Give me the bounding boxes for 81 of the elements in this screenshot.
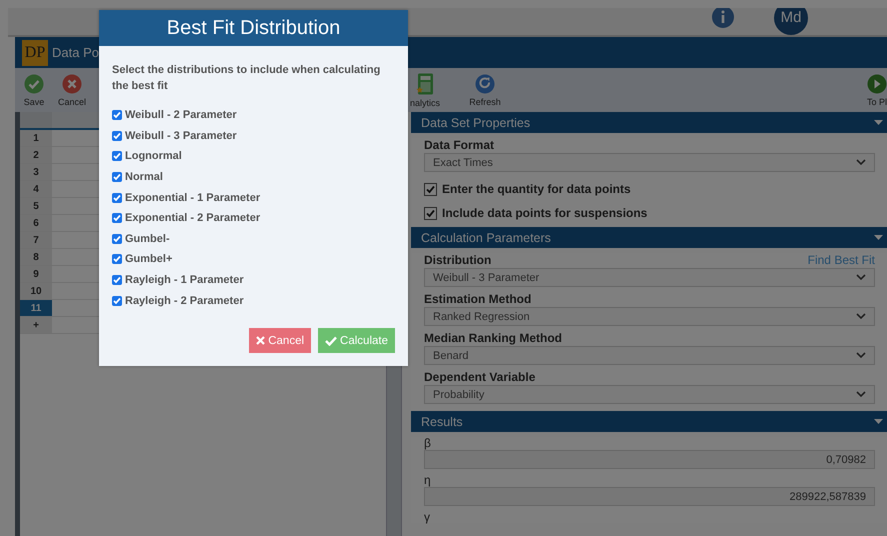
toolbar-button[interactable]: Cancel xyxy=(53,68,91,112)
checkbox-label: Normal xyxy=(125,171,163,184)
checkbox-label: Lognormal xyxy=(125,150,182,162)
row-header[interactable]: 2 xyxy=(20,147,52,163)
chevron-down-icon xyxy=(856,352,866,359)
collapse-caret-icon xyxy=(874,235,883,240)
checkbox[interactable] xyxy=(112,151,122,162)
chevron-down-icon xyxy=(856,391,866,398)
field-label: β xyxy=(424,437,431,449)
toolbar-button[interactable]: Refresh xyxy=(466,68,504,112)
info-icon[interactable] xyxy=(712,8,734,28)
row-header[interactable]: 4 xyxy=(20,181,52,197)
select-field[interactable]: Weibull - 3 Parameter xyxy=(424,268,875,287)
panel-header[interactable]: Calculation Parameters xyxy=(411,227,887,248)
field-label: Dependent Variable xyxy=(424,370,536,384)
select-field[interactable]: Exact Times xyxy=(424,153,875,172)
chevron-down-icon xyxy=(856,274,866,281)
cancel-circle-icon xyxy=(62,74,82,94)
dialog-title: Best Fit Distribution xyxy=(99,10,408,46)
row-header[interactable]: 6 xyxy=(20,215,52,231)
checkbox[interactable] xyxy=(112,296,122,306)
app-logo: DP xyxy=(22,40,48,66)
field-label: Distribution xyxy=(424,253,492,267)
checkbox[interactable] xyxy=(112,213,122,224)
result-field: 0,70982 xyxy=(424,450,875,469)
toolbar-button[interactable]: Save xyxy=(15,68,53,112)
checkbox[interactable] xyxy=(424,206,437,220)
checkbox-label: Include data points for suspensions xyxy=(442,206,648,220)
field-label: Estimation Method xyxy=(424,292,532,306)
row-header[interactable]: 1 xyxy=(20,130,52,146)
checkbox-label: Weibull - 2 Parameter xyxy=(125,109,237,122)
field-label: γ xyxy=(424,511,430,523)
collapse-caret-icon xyxy=(874,120,883,125)
refresh-icon xyxy=(475,74,495,94)
chevron-down-icon xyxy=(856,159,866,166)
row-header[interactable]: 9 xyxy=(20,266,52,282)
close-icon xyxy=(256,336,266,345)
row-header[interactable]: 10 xyxy=(20,283,52,299)
checkbox[interactable] xyxy=(112,110,122,120)
checkbox[interactable] xyxy=(112,275,122,286)
checkbox-label: Enter the quantity for data points xyxy=(442,182,631,196)
checkbox[interactable] xyxy=(112,192,122,203)
checkbox-label: Gumbel- xyxy=(125,232,170,245)
checkbox-label: Weibull - 3 Parameter xyxy=(125,130,237,142)
user-avatar[interactable]: Md xyxy=(774,8,808,34)
row-header[interactable]: 11 xyxy=(20,300,52,316)
panel-header[interactable]: Results xyxy=(411,411,887,432)
cancel-button[interactable]: Cancel xyxy=(249,328,312,353)
check-circle-icon xyxy=(24,74,44,94)
chevron-down-icon xyxy=(856,313,866,320)
window-title: Data Po xyxy=(52,45,99,60)
checkbox-label: Exponential - 1 Parameter xyxy=(125,192,260,204)
checkbox-label: Exponential - 2 Parameter xyxy=(125,212,260,224)
instructions-text: Select the distributions to include when calculating the best fit xyxy=(112,63,382,94)
checkbox[interactable] xyxy=(112,254,122,264)
row-header[interactable]: 3 xyxy=(20,164,52,180)
collapse-caret-icon xyxy=(874,419,883,424)
checkbox[interactable] xyxy=(424,182,437,196)
row-header[interactable]: 5 xyxy=(20,198,52,214)
select-field[interactable]: Probability xyxy=(424,385,875,404)
field-label: Median Ranking Method xyxy=(424,331,562,345)
row-header[interactable]: 7 xyxy=(20,232,52,248)
play-circle-icon xyxy=(867,74,887,94)
result-field: 289922,587839 xyxy=(424,487,875,506)
check-icon xyxy=(325,336,338,346)
row-header[interactable]: 8 xyxy=(20,249,52,265)
checkbox[interactable] xyxy=(112,130,122,141)
checkbox[interactable] xyxy=(112,234,122,244)
select-field[interactable]: Ranked Regression xyxy=(424,307,875,326)
select-field[interactable]: Benard xyxy=(424,346,875,365)
checkbox-label: Rayleigh - 1 Parameter xyxy=(125,274,244,286)
checkbox-label: Gumbel+ xyxy=(125,253,172,266)
find-best-fit-link[interactable]: Find Best Fit xyxy=(808,253,875,267)
panel-header[interactable]: Data Set Properties xyxy=(411,112,887,133)
field-label: Data Format xyxy=(424,138,494,152)
field-label: η xyxy=(424,474,431,486)
row-header[interactable]: + xyxy=(20,317,52,333)
calculate-button[interactable]: Calculate xyxy=(318,328,395,353)
checkbox-label: Rayleigh - 2 Parameter xyxy=(125,294,244,307)
calculator-icon xyxy=(416,72,434,94)
checkbox[interactable] xyxy=(112,172,122,182)
